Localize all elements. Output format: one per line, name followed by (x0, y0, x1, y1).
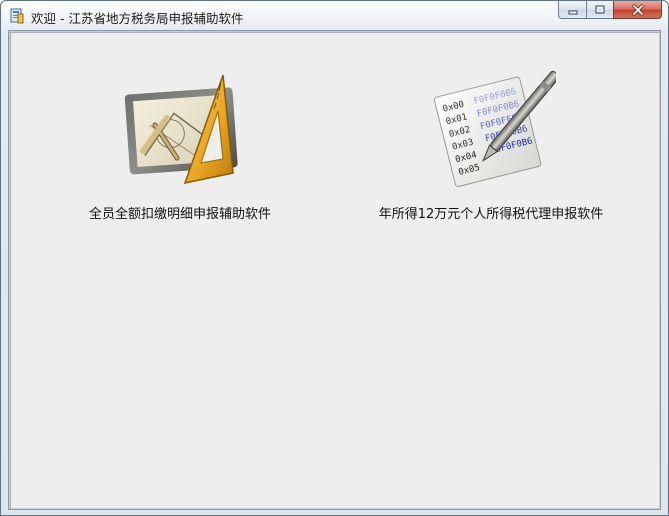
title-bar[interactable]: 欢迎 - 江苏省地方税务局申报辅助软件 (1, 1, 668, 29)
client-area: 全员全额扣缴明细申报辅助软件 0x00 0x01 0x02 0x03 0x04 … (8, 30, 661, 510)
app-icon[interactable] (9, 8, 25, 24)
hex-document-pen-icon[interactable]: 0x00 0x01 0x02 0x03 0x04 0x05 F0F0F0B6 F… (426, 63, 556, 193)
window-title: 欢迎 - 江苏省地方税务局申报辅助软件 (31, 11, 244, 26)
caption-buttons (558, 1, 662, 20)
close-icon (631, 3, 644, 16)
close-button[interactable] (613, 1, 662, 19)
main-window: 欢迎 - 江苏省地方税务局申报辅助软件 全员全额扣缴明细申报辅助软件 0x00 … (0, 0, 669, 516)
launcher-item-label: 全员全额扣缴明细申报辅助软件 (88, 207, 271, 222)
maximize-icon (595, 5, 605, 13)
drafting-tools-icon[interactable] (115, 63, 245, 193)
minimize-icon (568, 10, 577, 14)
launcher-panel: 全员全额扣缴明细申报辅助软件 0x00 0x01 0x02 0x03 0x04 … (10, 32, 659, 508)
maximize-button[interactable] (586, 1, 613, 19)
launcher-item-withholding[interactable]: 全员全额扣缴明细申报辅助软件 (65, 63, 295, 222)
launcher-item-label: 年所得12万元个人所得税代理申报软件 (378, 207, 604, 222)
minimize-button[interactable] (558, 1, 586, 19)
launcher-item-income-tax[interactable]: 0x00 0x01 0x02 0x03 0x04 0x05 F0F0F0B6 F… (351, 63, 631, 222)
